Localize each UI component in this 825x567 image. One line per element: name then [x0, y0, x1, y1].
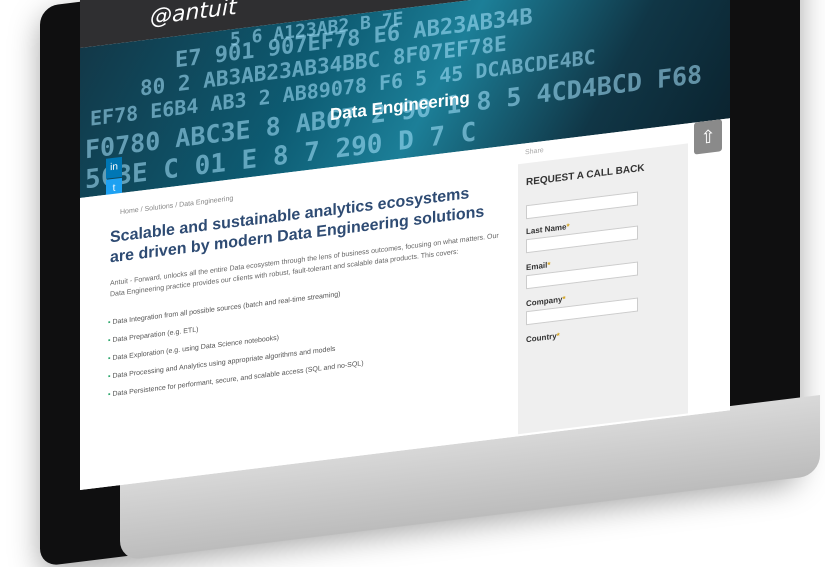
monitor-mockup: @antuit 5 6 A123AB2 B 7E E7 901 907EF78 …: [0, 0, 825, 567]
brand-logo[interactable]: @antuit: [150, 0, 237, 30]
required-asterisk: *: [566, 221, 570, 232]
breadcrumb[interactable]: Home / Solutions / Data Engineering: [120, 195, 233, 216]
share-label: Share: [525, 147, 544, 157]
company-label-text: Company: [526, 294, 563, 309]
required-asterisk: *: [556, 331, 560, 341]
country-label: Country*: [526, 331, 560, 344]
first-name-field[interactable]: [526, 191, 638, 220]
email-label: Email*: [526, 260, 550, 272]
required-asterisk: *: [562, 294, 566, 304]
email-label-text: Email: [526, 260, 548, 273]
share-linkedin-button[interactable]: in: [106, 156, 122, 179]
screen: @antuit 5 6 A123AB2 B 7E E7 901 907EF78 …: [80, 0, 730, 490]
scroll-to-top-button[interactable]: ⇧: [694, 119, 722, 155]
form-title: REQUEST A CALL BACK: [526, 162, 645, 189]
request-call-back-form: REQUEST A CALL BACK Last Name* Email* Co…: [518, 143, 688, 435]
required-asterisk: *: [547, 260, 551, 270]
country-label-text: Country: [526, 331, 557, 345]
arrow-up-icon: ⇧: [700, 125, 716, 148]
